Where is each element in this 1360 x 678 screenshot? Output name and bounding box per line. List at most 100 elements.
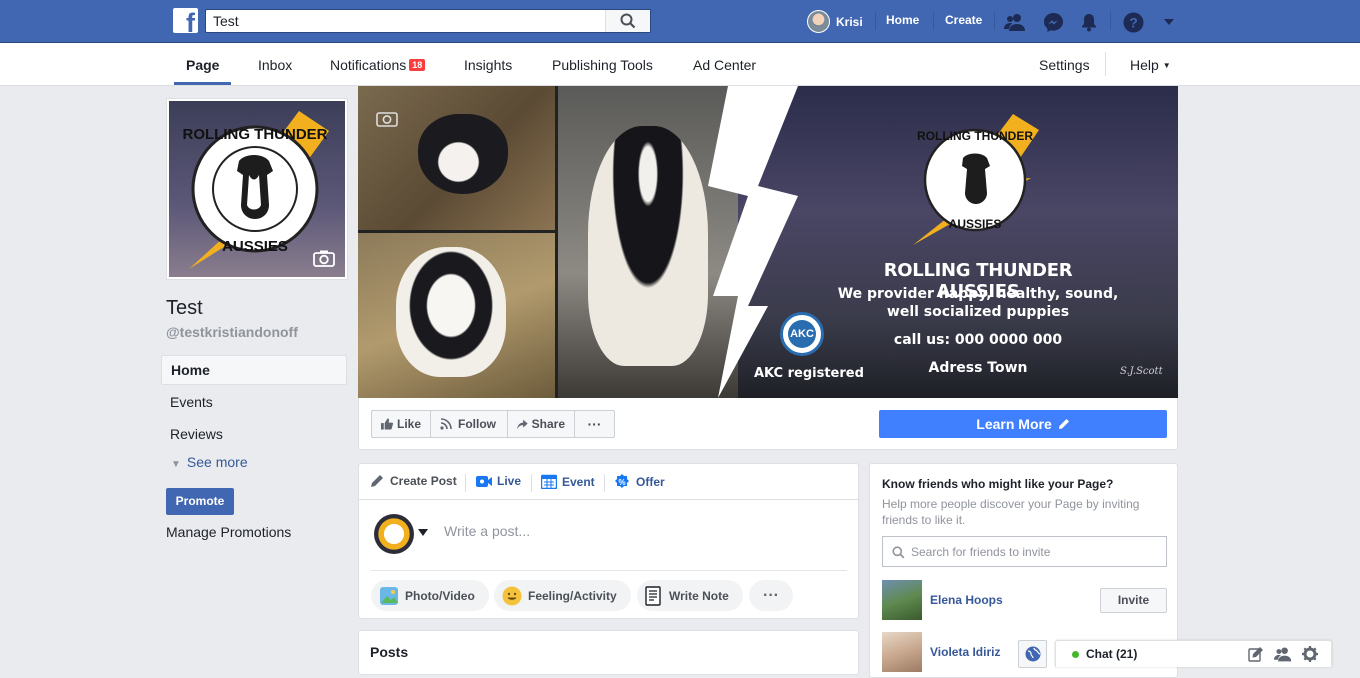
divider [371, 570, 847, 571]
invite-subtitle: Help more people discover your Page by i… [882, 497, 1140, 527]
photo-video-button[interactable]: Photo/Video [371, 580, 489, 611]
write-note-button[interactable]: Write Note [637, 580, 743, 611]
live-label: Live [497, 474, 522, 488]
feeling-activity-button[interactable]: Feeling/Activity [494, 580, 631, 611]
messenger-icon[interactable] [1042, 11, 1064, 33]
home-link[interactable]: Home [886, 13, 919, 27]
chat-tab[interactable]: Chat (21) [1055, 640, 1332, 667]
friend-name[interactable]: Violeta Idiriz [930, 645, 1000, 659]
camera-icon[interactable] [313, 250, 335, 267]
chevron-down-icon: ▼ [171, 459, 181, 470]
tab-publishing-tools[interactable]: Publishing Tools [552, 57, 653, 73]
friend-avatar[interactable] [882, 580, 922, 620]
learn-more-button[interactable]: Learn More [879, 410, 1167, 438]
tab-offer[interactable]: % Offer [614, 474, 665, 490]
write-post-input[interactable]: Write a post... [444, 523, 530, 539]
posts-section: Posts [358, 630, 859, 675]
friend-search-placeholder: Search for friends to invite [911, 545, 1051, 559]
facebook-logo-icon[interactable]: f [173, 8, 198, 33]
tab-settings[interactable]: Settings [1039, 57, 1090, 73]
avatar[interactable] [374, 514, 414, 554]
page-username[interactable]: @testkristiandonoff [166, 324, 298, 340]
see-more-link[interactable]: ▼ See more [171, 454, 248, 470]
tab-event[interactable]: Event [541, 474, 595, 489]
gear-icon[interactable] [1302, 646, 1318, 662]
search-button[interactable] [605, 10, 650, 32]
camera-icon[interactable] [376, 110, 398, 127]
online-status-dot [1072, 651, 1079, 658]
svg-text:%: % [618, 478, 625, 487]
share-label: Share [531, 417, 565, 431]
create-post-composer: Create Post Live Event % Offer Write a p… [358, 463, 859, 619]
invite-button[interactable]: Invite [1100, 588, 1167, 613]
thumbs-up-icon [381, 418, 393, 430]
cover-address: Adress Town [928, 360, 1028, 376]
live-video-icon [476, 475, 492, 487]
divider [875, 12, 876, 30]
offer-label: Offer [636, 475, 665, 489]
new-message-icon[interactable] [1248, 646, 1264, 662]
calendar-icon [541, 474, 557, 489]
like-button[interactable]: Like [371, 410, 431, 438]
pencil-icon [371, 475, 383, 487]
tab-help[interactable]: Help ▼ [1130, 57, 1171, 73]
promote-button[interactable]: Promote [166, 488, 234, 515]
chevron-down-icon[interactable] [418, 529, 428, 536]
cover-banner: ROLLING THUNDER AUSSIES ROLLING THUNDER … [558, 86, 1178, 398]
share-arrow-icon [517, 419, 528, 429]
more-composer-options-button[interactable]: ··· [749, 580, 793, 611]
globe-button[interactable] [1018, 640, 1047, 668]
follow-label: Follow [458, 417, 496, 431]
tab-notifications-label: Notifications [330, 57, 407, 73]
sidebar-item-home[interactable]: Home [161, 355, 347, 385]
learn-more-label: Learn More [976, 416, 1052, 432]
chat-label: Chat (21) [1086, 647, 1138, 661]
more-options-button[interactable]: ··· [574, 410, 615, 438]
tab-create-post[interactable]: Create Post [370, 474, 457, 488]
rolling-thunder-logo: ROLLING THUNDER AUSSIES [913, 114, 1039, 245]
like-label: Like [396, 417, 421, 431]
follow-button[interactable]: Follow [430, 410, 508, 438]
tab-insights[interactable]: Insights [464, 57, 512, 73]
account-menu-chevron-down-icon[interactable] [1158, 11, 1180, 33]
tab-notifications[interactable]: Notifications 18 [330, 57, 426, 73]
sidebar-item-events[interactable]: Events [161, 387, 347, 417]
invite-title: Know friends who might like your Page? [882, 477, 1114, 491]
friend-avatar[interactable] [882, 632, 922, 672]
cover-tagline-line-1: We provider happy, healthy, sound, [837, 286, 1119, 302]
notifications-bell-icon[interactable] [1078, 11, 1100, 33]
tab-page[interactable]: Page [186, 57, 219, 73]
share-button[interactable]: Share [507, 410, 575, 438]
profile-picture-image: ROLLING THUNDER AUSSIES [169, 101, 345, 277]
photo-icon [380, 586, 398, 605]
logo-text-bottom: AUSSIES [222, 238, 288, 255]
new-group-icon[interactable] [1274, 646, 1292, 662]
manage-promotions-link[interactable]: Manage Promotions [166, 524, 291, 540]
page-title[interactable]: Test [166, 297, 203, 320]
create-link[interactable]: Create [945, 13, 982, 27]
svg-text:?: ? [1129, 14, 1138, 30]
friend-name[interactable]: Elena Hoops [930, 593, 1003, 607]
profile-picture[interactable]: ROLLING THUNDER AUSSIES [166, 98, 348, 280]
logo-text-top: ROLLING THUNDER [917, 129, 1033, 143]
photo-video-label: Photo/Video [405, 588, 475, 603]
tab-live[interactable]: Live [476, 474, 521, 488]
divider [933, 12, 934, 30]
help-icon[interactable]: ? [1122, 11, 1144, 33]
akc-badge-text: AKC [788, 320, 816, 348]
cover-tagline-line-2: well socialized puppies [886, 304, 1070, 320]
friend-search-field[interactable]: Search for friends to invite [882, 536, 1167, 567]
search-input[interactable] [206, 10, 606, 32]
divider [1105, 52, 1106, 76]
tab-inbox[interactable]: Inbox [258, 57, 292, 73]
tab-ad-center[interactable]: Ad Center [693, 57, 756, 73]
friend-requests-icon[interactable] [1004, 11, 1026, 33]
search-icon [620, 13, 636, 29]
profile-link[interactable]: Krisi [807, 10, 863, 33]
puppy-photo-1 [358, 86, 555, 230]
chevron-down-icon: ▼ [1162, 61, 1171, 70]
cover-photo[interactable]: ROLLING THUNDER AUSSIES ROLLING THUNDER … [358, 86, 1178, 398]
globe-icon [1025, 646, 1040, 662]
puppy-photo-2 [358, 233, 555, 398]
sidebar-item-reviews[interactable]: Reviews [161, 419, 347, 449]
